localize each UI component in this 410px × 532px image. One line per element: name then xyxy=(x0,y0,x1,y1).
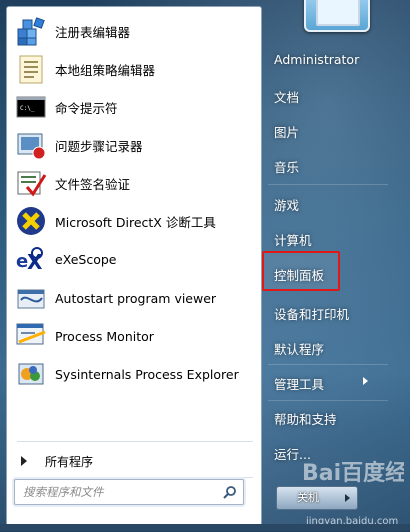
registry-editor-icon xyxy=(15,15,47,47)
process-explorer-icon xyxy=(15,358,47,390)
program-item-command-prompt[interactable]: C:\_ 命令提示符 xyxy=(11,89,257,125)
right-item-computer[interactable]: 计算机 xyxy=(274,230,312,249)
submenu-arrow-icon xyxy=(363,377,368,385)
right-item-devices-printers[interactable]: 设备和打印机 xyxy=(274,304,349,323)
right-item-music[interactable]: 音乐 xyxy=(274,157,299,176)
svg-text:C:\_: C:\_ xyxy=(20,105,35,112)
right-item-help-support[interactable]: 帮助和支持 xyxy=(274,409,337,428)
watermark: Bai百度经验 jingyan.baidu.com xyxy=(300,454,410,528)
search-input[interactable]: 搜索程序和文件 xyxy=(14,479,244,505)
program-label: 问题步骤记录器 xyxy=(55,138,143,154)
right-item-games[interactable]: 游戏 xyxy=(274,195,299,214)
program-item-exescope[interactable]: e X eXeScope xyxy=(11,241,257,277)
program-label: 命令提示符 xyxy=(55,100,118,116)
program-label: 文件签名验证 xyxy=(55,176,131,192)
taskbar-edge xyxy=(0,524,410,531)
right-item-documents[interactable]: 文档 xyxy=(274,87,299,106)
steps-recorder-icon xyxy=(15,129,47,161)
divider xyxy=(268,184,388,185)
program-item-steps-recorder[interactable]: 问题步骤记录器 xyxy=(11,127,257,163)
right-item-pictures[interactable]: 图片 xyxy=(274,122,299,141)
program-item-process-explorer[interactable]: Sysinternals Process Explorer xyxy=(11,356,257,392)
exescope-icon: e X xyxy=(15,243,47,275)
all-programs-button[interactable]: 所有程序 xyxy=(15,449,255,473)
autostart-icon xyxy=(15,282,47,314)
divider xyxy=(268,364,388,365)
program-item-group-policy[interactable]: 本地组策略编辑器 xyxy=(11,51,257,87)
right-item-control-panel[interactable]: 控制面板 xyxy=(274,265,324,284)
program-item-directx[interactable]: Microsoft DirectX 诊断工具 xyxy=(11,203,257,239)
divider xyxy=(17,441,253,442)
programs-pane: 注册表编辑器 本地组策略编辑器 C:\_ 命令提示符 问题步骤记录器 文件签名验… xyxy=(6,6,262,526)
triangle-right-icon xyxy=(21,456,27,466)
program-label: 本地组策略编辑器 xyxy=(55,62,156,78)
program-label: eXeScope xyxy=(55,251,117,267)
program-item-registry-editor[interactable]: 注册表编辑器 xyxy=(11,13,257,49)
svg-text:X: X xyxy=(27,250,43,274)
divider xyxy=(268,400,388,401)
program-item-process-monitor[interactable]: Process Monitor xyxy=(11,318,257,354)
program-label: Process Monitor xyxy=(55,328,154,344)
program-item-file-signature[interactable]: 文件签名验证 xyxy=(11,165,257,201)
right-item-admin-tools[interactable]: 管理工具 xyxy=(274,374,324,393)
right-item-user[interactable]: Administrator xyxy=(274,52,359,67)
group-policy-icon xyxy=(15,53,47,85)
watermark-text: Bai百度经验 xyxy=(302,460,404,486)
program-label: Autostart program viewer xyxy=(55,290,217,306)
command-prompt-icon: C:\_ xyxy=(15,91,47,123)
directx-icon xyxy=(15,205,47,237)
monitor-icon xyxy=(316,0,360,26)
program-label: Microsoft DirectX 诊断工具 xyxy=(55,214,216,230)
program-label: Sysinternals Process Explorer xyxy=(55,366,239,382)
file-signature-icon xyxy=(15,167,47,199)
process-monitor-icon xyxy=(15,320,47,352)
search-icon[interactable] xyxy=(223,484,237,499)
user-picture[interactable] xyxy=(304,0,370,32)
program-label: 注册表编辑器 xyxy=(55,24,131,40)
right-item-default-programs[interactable]: 默认程序 xyxy=(274,339,324,358)
search-placeholder: 搜索程序和文件 xyxy=(23,485,104,499)
all-programs-label: 所有程序 xyxy=(45,454,94,469)
program-item-autostart[interactable]: Autostart program viewer xyxy=(11,280,257,316)
divider xyxy=(17,477,253,478)
